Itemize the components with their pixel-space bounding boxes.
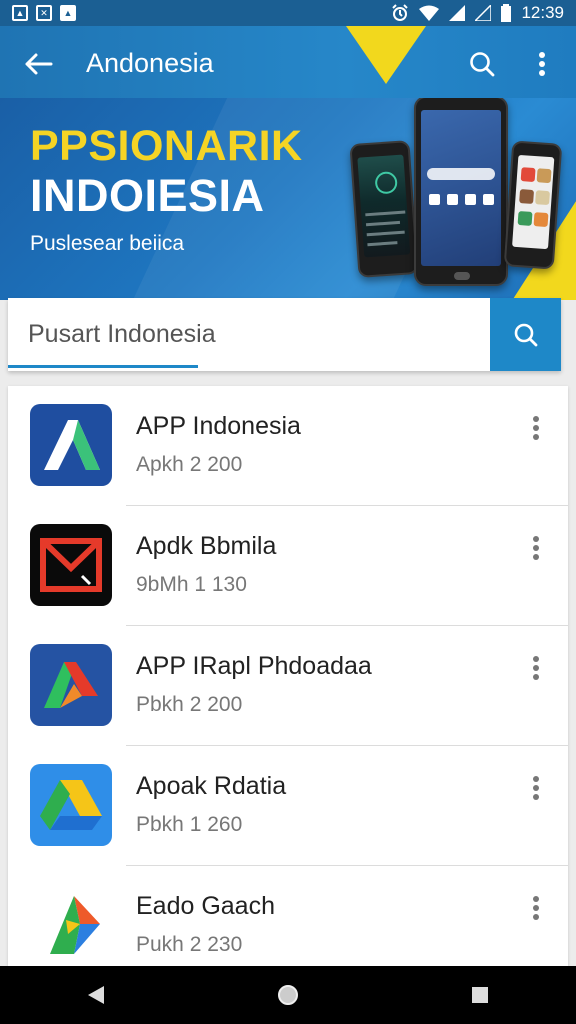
triangle-a-icon: [30, 404, 112, 486]
app-title: APP IRapl Phdoadaa: [136, 652, 372, 680]
phone-image-center: [414, 98, 508, 286]
list-item[interactable]: Apoak Rdatia Pbkh 1 260: [8, 746, 568, 866]
battery-icon: [501, 4, 512, 22]
list-item[interactable]: APP Indonesia Apkh 2 200: [8, 386, 568, 506]
app-list: APP Indonesia Apkh 2 200 Apdk Bbmila 9bM…: [8, 386, 568, 966]
nav-back-button[interactable]: [66, 970, 126, 1020]
search-icon: [470, 52, 495, 77]
app-subtitle: 9bMh 1 130: [136, 573, 247, 596]
banner-title-line2: INDOIESIA: [30, 170, 265, 221]
app-title: Apdk Bbmila: [136, 532, 277, 560]
app-subtitle: Pbkh 2 200: [136, 693, 243, 716]
status-left-icons: ▲ ✕ ▲: [12, 5, 76, 21]
nav-back-icon: [88, 986, 104, 1004]
banner-title-line1: PPSIONARIK: [30, 122, 303, 170]
app-title: Apoak Rdatia: [136, 772, 287, 800]
back-button[interactable]: [20, 46, 56, 82]
arrow-left-icon: [25, 53, 53, 75]
search-submit-button[interactable]: [490, 298, 561, 371]
item-more-button[interactable]: [522, 652, 550, 684]
more-options-button[interactable]: [526, 46, 558, 82]
more-vertical-icon: [533, 656, 539, 680]
promo-banner[interactable]: PPSIONARIK INDOIESIA Puslesear beiica: [0, 98, 576, 300]
gallery-icon: ✕: [36, 5, 52, 21]
item-more-button[interactable]: [522, 892, 550, 924]
list-item[interactable]: APP IRapl Phdoadaa Pbkh 2 200: [8, 626, 568, 746]
banner-subtitle: Puslesear beiica: [30, 232, 185, 255]
status-bar: ▲ ✕ ▲ 12:39: [0, 0, 576, 26]
item-more-button[interactable]: [522, 532, 550, 564]
nav-home-icon: [278, 985, 298, 1005]
system-nav-bar: [0, 966, 576, 1024]
more-vertical-icon: [533, 536, 539, 560]
search-icon: [514, 323, 537, 346]
nav-home-button[interactable]: [258, 970, 318, 1020]
list-item[interactable]: Eado Gaach Pukh 2 230: [8, 866, 568, 966]
status-right-icons: 12:39: [391, 3, 564, 23]
mail-icon: [30, 524, 112, 606]
more-vertical-icon: [539, 52, 545, 76]
search-box: [8, 298, 561, 371]
more-vertical-icon: [533, 776, 539, 800]
alarm-icon: [392, 4, 409, 21]
app-title: APP Indonesia: [136, 412, 301, 440]
list-item[interactable]: Apdk Bbmila 9bMh 1 130: [8, 506, 568, 626]
app-subtitle: Pbkh 1 260: [136, 813, 243, 836]
item-more-button[interactable]: [522, 772, 550, 804]
more-vertical-icon: [533, 896, 539, 920]
photo-icon: ▲: [60, 5, 76, 21]
triangle-multicolor-icon: [30, 644, 112, 726]
wifi-icon: [419, 5, 440, 21]
status-time: 12:39: [521, 3, 564, 22]
nav-recents-icon: [472, 987, 488, 1003]
app-subtitle: Pukh 2 230: [136, 933, 243, 956]
app-subtitle: Apkh 2 200: [136, 453, 243, 476]
search-input[interactable]: [28, 316, 478, 352]
page-title: Andonesia: [86, 48, 214, 78]
item-more-button[interactable]: [522, 412, 550, 444]
nav-recents-button[interactable]: [450, 970, 510, 1020]
decorative-triangle: [346, 26, 426, 84]
play-multicolor-icon: [30, 884, 112, 966]
phone-image-left: [349, 140, 419, 278]
search-underline: [8, 365, 198, 368]
app-title: Eado Gaach: [136, 892, 275, 920]
phone-image-right: [503, 140, 563, 270]
image-icon: ▲: [12, 5, 28, 21]
search-button[interactable]: [464, 46, 500, 82]
signal-icon: [475, 5, 492, 21]
app-bar: Andonesia: [0, 26, 576, 98]
more-vertical-icon: [533, 416, 539, 440]
signal-icon: [449, 5, 466, 21]
drive-icon: [30, 764, 112, 846]
